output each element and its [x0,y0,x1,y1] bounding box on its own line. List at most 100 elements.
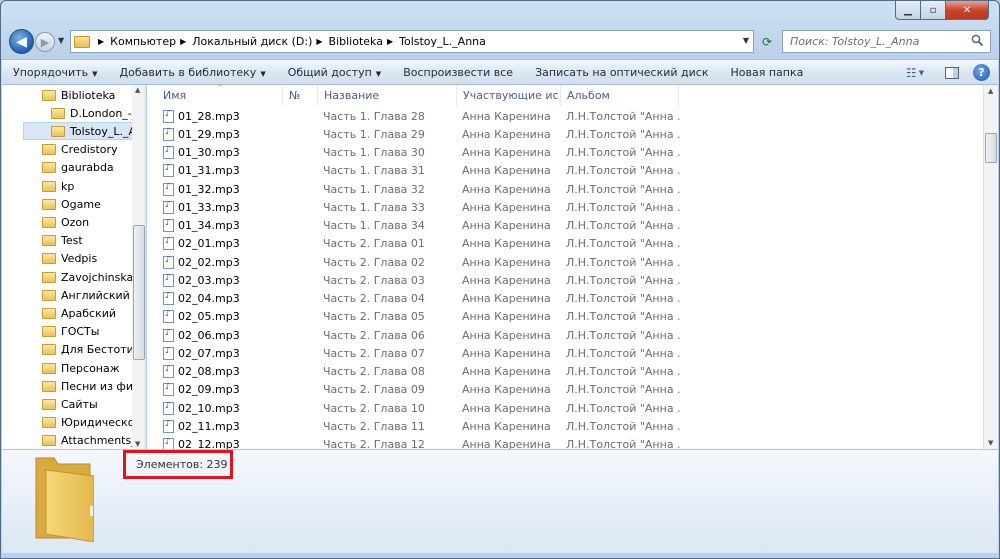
file-row[interactable]: 01_33.mp3 Часть 1. Глава 33 Анна Каренина Л… [147,198,983,216]
breadcrumb-item[interactable]: Biblioteka [329,35,383,48]
search-icon[interactable] [971,34,984,47]
search-input[interactable] [790,35,970,48]
scroll-down-icon[interactable]: ▼ [988,439,993,447]
folder-icon [42,326,56,338]
nav-tree-item[interactable]: Attachments_r [42,432,141,449]
file-row[interactable]: 02_11.mp3 Часть 2. Глава 11 Анна Каренина Л… [147,417,983,435]
scroll-down-icon[interactable]: ▼ [135,440,140,448]
views-icon[interactable]: ☷ ▼ [903,65,927,81]
nav-tree-item[interactable]: gaurabda [42,159,114,177]
breadcrumb-item[interactable]: Компьютер [110,35,176,48]
file-row[interactable]: 02_09.mp3 Часть 2. Глава 09 Анна Каренина Л… [147,381,983,399]
file-title: Часть 2. Глава 04 [323,292,425,306]
nav-tree-item[interactable]: Biblioteka [42,86,115,104]
mp3-file-icon [163,255,174,269]
address-dropdown-icon[interactable]: ▼ [743,36,749,45]
toolbar-button-label: Новая папка [730,65,804,79]
preview-pane-icon[interactable] [945,66,959,79]
file-row[interactable]: 01_31.mp3 Часть 1. Глава 31 Анна Каренина Л… [147,162,983,180]
file-row[interactable]: 02_06.mp3 Часть 2. Глава 06 Анна Каренина Л… [147,326,983,344]
column-name[interactable]: ^ Имя [147,85,283,106]
file-artist: Анна Каренина [462,200,551,214]
breadcrumb-separator-icon[interactable]: ▶ [387,37,393,46]
nav-tree-item[interactable]: Сайты [42,395,98,413]
file-row[interactable]: 01_28.mp3 Часть 1. Глава 28 Анна Каренина Л… [147,107,983,125]
column-title[interactable]: Название [318,85,457,106]
list-scroll-thumb[interactable] [985,133,997,163]
nav-tree-item[interactable]: Персонаж [42,359,120,377]
column-album[interactable]: Альбом [561,85,679,106]
file-row[interactable]: 01_29.mp3 Часть 1. Глава 29 Анна Каренина Л… [147,125,983,143]
address-bar[interactable]: ▶ Компьютер ▶ Локальный диск (D:) ▶ Bibliotek… [70,30,754,53]
file-row[interactable]: 01_32.mp3 Часть 1. Глава 32 Анна Каренина Л… [147,180,983,198]
breadcrumb-item[interactable]: Tolstoy_L._Anna [399,35,486,48]
scroll-up-icon[interactable]: ▲ [135,86,140,94]
mp3-file-icon [163,237,174,251]
nav-tree-item[interactable]: Test [42,232,83,250]
mp3-file-icon [163,146,174,160]
file-name-cell: 02_07.mp3 [147,346,283,360]
recent-pages-chevron-icon[interactable]: ▼ [58,36,64,45]
breadcrumb-separator-icon[interactable]: ▶ [98,37,104,46]
close-button[interactable]: ✕ [946,1,989,20]
file-row[interactable]: 02_10.mp3 Часть 2. Глава 10 Анна Каренина Л… [147,399,983,417]
toolbar-button[interactable]: Записать на оптический диск [524,66,719,79]
refresh-icon[interactable]: ⟳ [757,32,777,51]
file-row[interactable]: 02_12.mp3 Часть 2. Глава 12 Анна Каренина Л… [147,436,983,449]
search-box[interactable] [782,30,991,53]
maximize-button[interactable]: ▫ [921,1,946,20]
minimize-button[interactable]: ▁ [895,1,921,20]
toolbar-button[interactable]: Упорядочить ▼ [2,66,109,79]
nav-tree-item[interactable]: Юридическое [42,414,141,432]
toolbar-button[interactable]: Добавить в библиотеку ▼ [109,66,277,79]
nav-tree-item[interactable]: Tolstoy_L._Anna [23,122,145,141]
file-name-cell: 02_05.mp3 [147,310,283,324]
mp3-file-icon [163,365,174,379]
breadcrumb-separator-icon[interactable]: ▶ [180,37,186,46]
list-scrollbar[interactable]: ▲ ▼ [983,85,998,449]
nav-tree-item-label: Vedpis [61,252,98,266]
nav-scroll-thumb[interactable] [133,225,145,360]
nav-tree-item[interactable]: kp [42,177,74,195]
file-row[interactable]: 02_01.mp3 Часть 2. Глава 01 Анна Каренина Л… [147,235,983,253]
breadcrumb-item[interactable]: Локальный диск (D:) [192,35,312,48]
folder-icon [51,125,65,137]
file-row[interactable]: 02_03.mp3 Часть 2. Глава 03 Анна Каренина Л… [147,271,983,289]
scroll-up-icon[interactable]: ▲ [988,87,993,95]
nav-tree-item[interactable]: Ogame [42,195,101,213]
nav-tree-item[interactable]: Арабский [42,304,116,322]
nav-tree-item[interactable]: Vedpis [42,250,97,268]
nav-tree-item[interactable]: Песни из филь [42,377,145,395]
back-icon[interactable]: ◀ [9,29,34,54]
file-name-cell: 02_06.mp3 [147,328,283,342]
file-name-cell: 01_28.mp3 [147,109,283,123]
nav-tree-item[interactable]: ГОСТы [42,323,99,341]
forward-icon[interactable]: ▶ [35,32,55,52]
toolbar-button[interactable]: Новая папка [720,66,815,79]
column-artists[interactable]: Участвующие ис... [457,85,561,106]
breadcrumb-separator-icon[interactable]: ▶ [316,37,322,46]
file-row[interactable]: 01_34.mp3 Часть 1. Глава 34 Анна Каренина Л… [147,217,983,235]
file-row[interactable]: 01_30.mp3 Часть 1. Глава 30 Анна Каренина Л… [147,144,983,162]
column-number[interactable]: № [283,85,318,106]
nav-tree-item[interactable]: Zavojchinskaja [42,268,143,286]
file-title: Часть 1. Глава 28 [323,109,425,123]
toolbar-button[interactable]: Общий доступ ▼ [277,66,392,79]
file-row[interactable]: 02_04.mp3 Часть 2. Глава 04 Анна Каренина Л… [147,290,983,308]
nav-tree-item[interactable]: Ozon [42,213,89,231]
file-row[interactable]: 02_02.mp3 Часть 2. Глава 02 Анна Каренина Л… [147,253,983,271]
file-name-cell: 02_11.mp3 [147,419,283,433]
nav-tree-item[interactable]: Credistory [42,141,118,159]
file-row[interactable]: 02_08.mp3 Часть 2. Глава 08 Анна Каренина Л… [147,363,983,381]
file-title: Часть 1. Глава 32 [323,182,425,196]
nav-scrollbar[interactable]: ▲ ▼ [132,85,145,449]
column-header: ^ Имя № Название Участвующие ис... Альбо… [147,85,983,106]
nav-tree-item[interactable]: Английский [42,286,130,304]
file-row[interactable]: 02_05.mp3 Часть 2. Глава 05 Анна Каренина Л… [147,308,983,326]
file-row[interactable]: 02_07.mp3 Часть 2. Глава 07 Анна Каренина Л… [147,344,983,362]
nav-tree-item[interactable]: Для Бестотик [42,341,140,359]
toolbar-button[interactable]: Воспроизвести все [392,66,524,79]
nav-tree-item-label: Credistory [61,143,118,157]
help-icon[interactable]: ? [973,64,990,81]
nav-tree-item[interactable]: D.London_-_I [51,104,141,122]
